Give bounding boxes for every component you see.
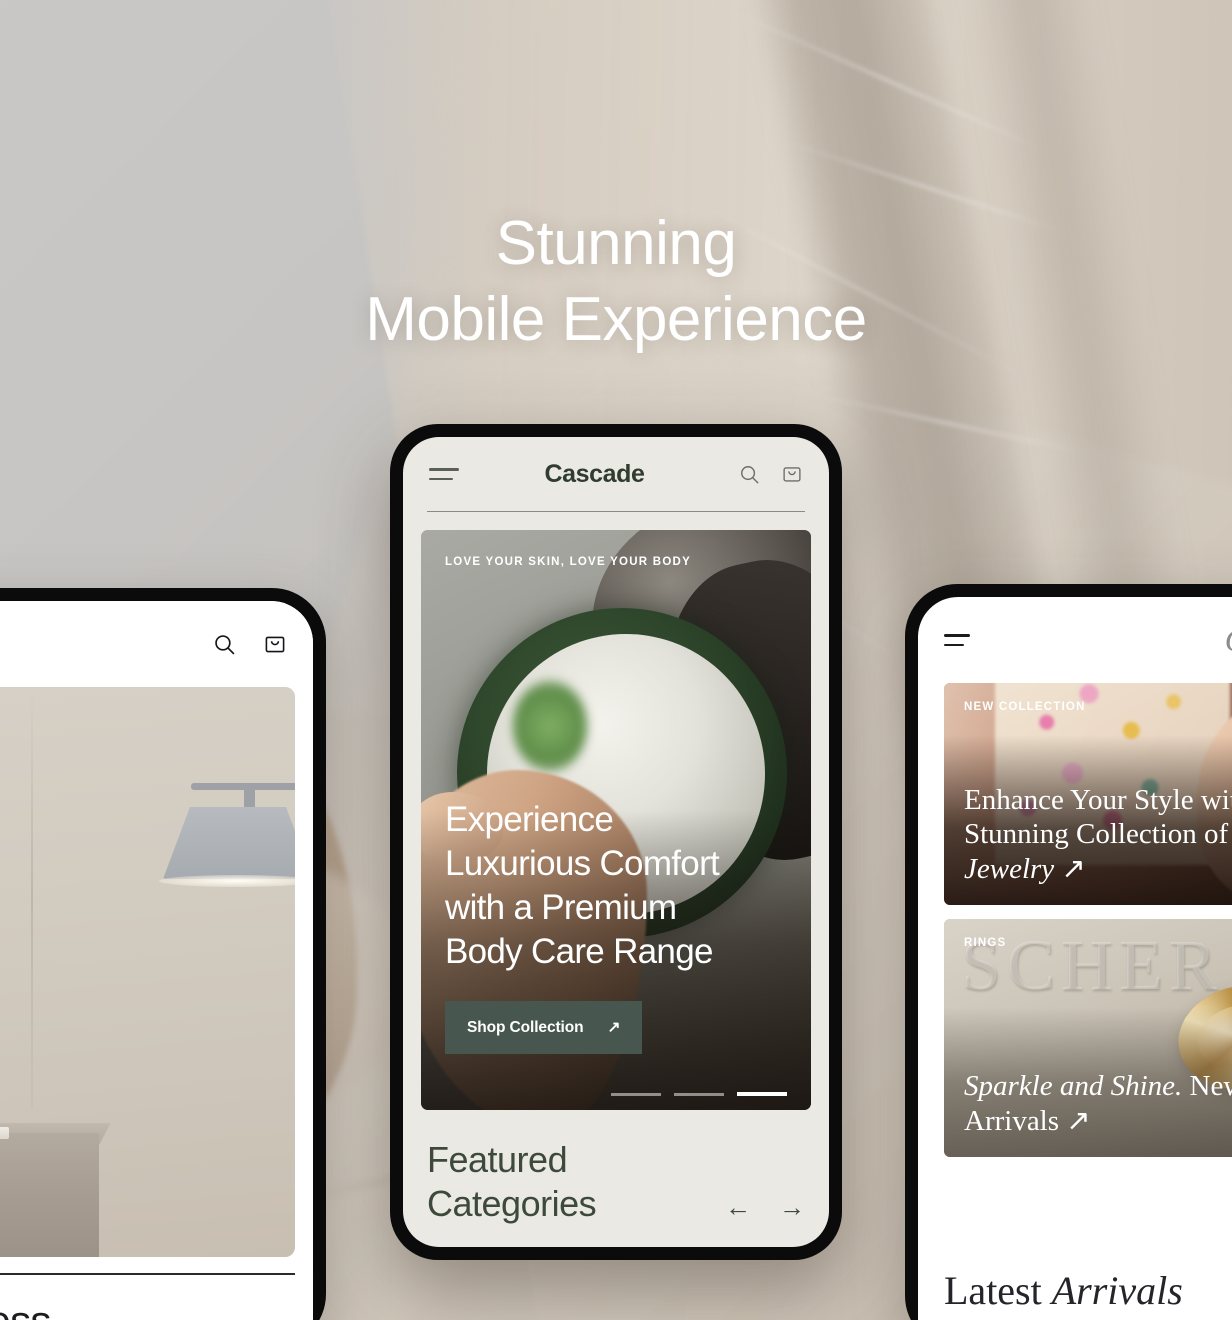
headline-line-1: Stunning bbox=[495, 209, 737, 278]
card-title-line-2: Arrivals ↗ bbox=[964, 1104, 1232, 1139]
card-label-rings: RINGS bbox=[964, 937, 1007, 949]
plinth bbox=[0, 1133, 99, 1257]
page-headline: Stunning Mobile Experience bbox=[0, 206, 1232, 357]
phone-left-screen: CASCADE bbox=[0, 601, 313, 1320]
carousel-next-button[interactable]: → bbox=[779, 1194, 805, 1220]
featured-categories-section: Featured Categories ← → bbox=[427, 1138, 805, 1226]
phone-mockup-left: CASCADE bbox=[0, 588, 326, 1320]
phone-right-logo[interactable]: Cascade bbox=[970, 622, 1232, 659]
carousel-dash[interactable] bbox=[611, 1093, 661, 1096]
latest-arrivals-title: Latest Arrivals bbox=[944, 1267, 1183, 1314]
card-title-line-1-text: New bbox=[1189, 1070, 1232, 1103]
hero-carousel-indicators[interactable] bbox=[611, 1092, 787, 1097]
phone-right-header: Cascade bbox=[918, 597, 1232, 683]
phone-left-header-icons bbox=[212, 632, 287, 657]
hamburger-menu-icon[interactable] bbox=[944, 634, 970, 646]
phone-left-section-title: ver Endless bbox=[0, 1297, 313, 1320]
lamp-rod bbox=[191, 783, 295, 790]
arrow-up-right-icon: ↗ bbox=[607, 1019, 621, 1037]
rings-card[interactable]: SCHER RINGS Sparkle and Shine. New Arriv… bbox=[944, 919, 1232, 1157]
shopping-bag-icon[interactable] bbox=[263, 632, 287, 656]
card-title-new-collection: Enhance Your Style with a Stunning Colle… bbox=[964, 783, 1232, 887]
search-icon[interactable] bbox=[212, 632, 237, 657]
latest-title-italic: Arrivals bbox=[1051, 1268, 1183, 1313]
shop-collection-button[interactable]: Shop Collection ↗ bbox=[445, 1001, 643, 1055]
phone-center-header-icons bbox=[738, 463, 803, 486]
carousel-dash-active[interactable] bbox=[737, 1092, 787, 1097]
hero-eyebrow-text: LOVE YOUR SKIN, LOVE YOUR BODY bbox=[445, 556, 692, 569]
featured-title-line-2: Categories bbox=[427, 1183, 597, 1225]
headline-line-2: Mobile Experience bbox=[365, 284, 867, 354]
phone-center-header: Cascade bbox=[403, 437, 829, 511]
phone-center-hero-banner[interactable]: LOVE YOUR SKIN, LOVE YOUR BODY Experienc… bbox=[421, 530, 811, 1111]
carousel-dash[interactable] bbox=[674, 1093, 724, 1096]
latest-arrivals-section: Latest Arrivals bbox=[944, 1267, 1183, 1314]
interior-wall-seam bbox=[30, 687, 33, 1109]
phone-left-logo[interactable]: CASCADE bbox=[0, 630, 212, 659]
hero-title-line-4: Body Care Range bbox=[445, 932, 713, 972]
phone-mockup-right: Cascade NEW COLLECTION Enhance Your Styl… bbox=[905, 584, 1232, 1320]
card-title-line-1: Sparkle and Shine. New bbox=[964, 1069, 1232, 1104]
card-title-line-2: Stunning Collection of Fine bbox=[964, 817, 1232, 852]
search-icon[interactable] bbox=[738, 463, 761, 486]
phone-center-screen: Cascade LOVE YOUR SKIN, LOVE YOUR BODY E… bbox=[403, 437, 829, 1247]
phone-right-screen: Cascade NEW COLLECTION Enhance Your Styl… bbox=[918, 597, 1232, 1320]
featured-categories-title: Featured Categories bbox=[427, 1138, 597, 1226]
phone-center-logo[interactable]: Cascade bbox=[451, 460, 738, 489]
phone-left-product-image[interactable] bbox=[0, 687, 295, 1257]
card-title-line-1-italic: Sparkle and Shine. bbox=[964, 1070, 1183, 1103]
hero-title-line-1: Experience bbox=[445, 799, 614, 839]
card-title-rings: Sparkle and Shine. New Arrivals ↗ bbox=[964, 1069, 1232, 1139]
cream-green-tint bbox=[513, 680, 587, 773]
card-title-line-2-text: Stunning Collection of bbox=[964, 818, 1232, 851]
featured-carousel-controls: ← → bbox=[725, 1194, 805, 1226]
latest-title-text: Latest bbox=[944, 1268, 1052, 1313]
arrow-up-right-icon: ↗ bbox=[1061, 853, 1086, 886]
carousel-prev-button[interactable]: ← bbox=[725, 1194, 751, 1220]
hero-title-line-2: Luxurious Comfort bbox=[445, 844, 720, 884]
phone-left-header: CASCADE bbox=[0, 601, 313, 687]
phone-mockup-center: Cascade LOVE YOUR SKIN, LOVE YOUR BODY E… bbox=[390, 424, 842, 1260]
card-label-new-collection: NEW COLLECTION bbox=[964, 701, 1086, 713]
phone-left-divider bbox=[0, 1273, 295, 1275]
hero-title: Experience Luxurious Comfort with a Prem… bbox=[445, 798, 793, 974]
shop-collection-label: Shop Collection bbox=[467, 1018, 584, 1036]
hero-title-line-3: with a Premium bbox=[445, 888, 677, 928]
card-title-line-3: Jewelry ↗ bbox=[964, 852, 1232, 887]
display-tray bbox=[0, 1127, 9, 1139]
card-title-line-2-text: Arrivals bbox=[964, 1105, 1060, 1138]
shopping-bag-icon[interactable] bbox=[781, 463, 803, 485]
new-collection-card[interactable]: NEW COLLECTION Enhance Your Style with a… bbox=[944, 683, 1232, 905]
phone-center-divider bbox=[427, 511, 805, 513]
arrow-up-right-icon: ↗ bbox=[1066, 1105, 1091, 1138]
card-title-line-1: Enhance Your Style with a bbox=[964, 783, 1232, 816]
card-title-line-3-italic: Jewelry bbox=[964, 853, 1055, 886]
featured-title-line-1: Featured bbox=[427, 1139, 568, 1181]
